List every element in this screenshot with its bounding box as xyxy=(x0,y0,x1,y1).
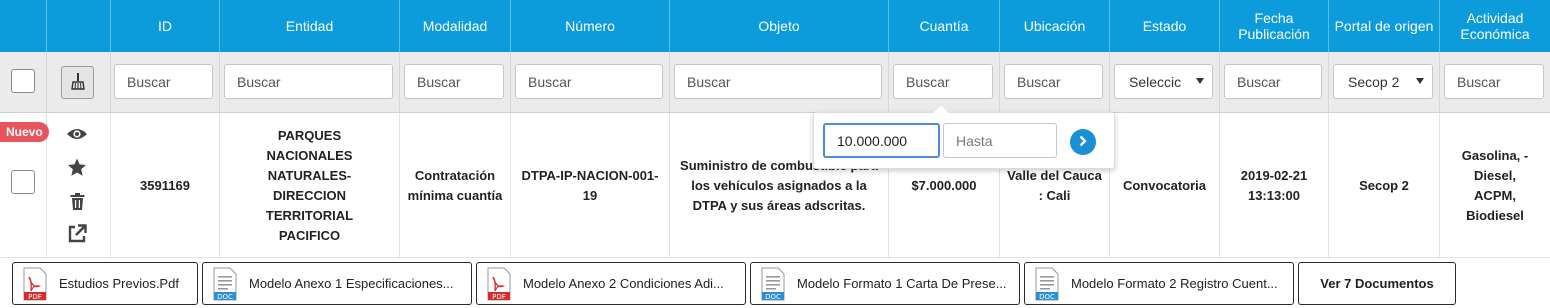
filter-estado-select[interactable]: Seleccic xyxy=(1114,64,1213,99)
documents-row: PDF Estudios Previos.Pdf DOC Modelo Anex… xyxy=(0,258,1550,308)
pdf-file-icon: PDF xyxy=(23,267,47,301)
row-checkbox[interactable] xyxy=(11,170,35,194)
view-button[interactable] xyxy=(64,122,90,148)
document-label: Modelo Formato 1 Carta De Prese... xyxy=(797,276,1007,291)
document-label: Modelo Anexo 1 Especificaciones... xyxy=(249,276,454,291)
svg-text:DOC: DOC xyxy=(217,293,233,301)
filter-modalidad-input[interactable] xyxy=(404,64,504,99)
dropdown-caret-icon xyxy=(1196,78,1204,84)
header-cuantia[interactable]: Cuantía xyxy=(888,0,999,52)
header-estado[interactable]: Estado xyxy=(1109,0,1219,52)
row-modalidad: Contratación mínima cuantía xyxy=(399,113,510,258)
cuantia-from-input[interactable] xyxy=(823,123,940,158)
filter-row: Seleccic Secop 2 xyxy=(0,52,1550,113)
open-external-button[interactable] xyxy=(64,222,90,248)
header-id[interactable]: ID xyxy=(110,0,219,52)
filter-select-cell xyxy=(0,52,46,112)
external-link-icon xyxy=(67,223,87,247)
eye-icon xyxy=(66,127,88,144)
row-entidad[interactable]: PARQUES NACIONALES NATURALES- DIRECCION … xyxy=(219,113,399,258)
header-objeto[interactable]: Objeto xyxy=(669,0,888,52)
row-estado: Convocatoria xyxy=(1109,113,1219,258)
document-button[interactable]: PDF Modelo Anexo 2 Condiciones Adi... xyxy=(476,262,746,305)
filter-estado-value: Seleccic xyxy=(1129,73,1182,90)
svg-text:DOC: DOC xyxy=(1039,293,1055,301)
svg-text:PDF: PDF xyxy=(492,293,506,301)
document-label: Modelo Formato 2 Registro Cuent... xyxy=(1071,276,1278,291)
filter-fecha-input[interactable] xyxy=(1224,64,1322,99)
filter-entidad-input[interactable] xyxy=(224,64,393,99)
cuantia-to-input[interactable] xyxy=(943,123,1057,158)
document-button[interactable]: DOC Modelo Formato 1 Carta De Prese... xyxy=(750,262,1020,305)
new-badge: Nuevo xyxy=(0,122,49,142)
header-ubicacion[interactable]: Ubicación xyxy=(999,0,1109,52)
header-select-col xyxy=(0,0,46,52)
row-actividad: Gasolina, - Diesel, ACPM, Biodiesel xyxy=(1439,113,1550,258)
doc-file-icon: DOC xyxy=(213,267,237,301)
svg-text:PDF: PDF xyxy=(28,293,42,301)
cuantia-range-popup xyxy=(813,104,1115,169)
document-button[interactable]: PDF Estudios Previos.Pdf xyxy=(12,262,198,305)
filter-actividad-input[interactable] xyxy=(1444,64,1544,99)
document-label: Estudios Previos.Pdf xyxy=(59,276,179,291)
row-fecha: 2019-02-21 13:13:00 xyxy=(1219,113,1328,258)
pdf-file-icon: PDF xyxy=(487,267,511,301)
svg-text:DOC: DOC xyxy=(765,293,781,301)
view-all-documents-button[interactable]: Ver 7 Documentos xyxy=(1298,262,1456,305)
header-portal[interactable]: Portal de origen xyxy=(1328,0,1439,52)
table-header: ID Entidad Modalidad Número Objeto Cuant… xyxy=(0,0,1550,52)
header-actividad[interactable]: Actividad Económica xyxy=(1439,0,1550,52)
doc-file-icon: DOC xyxy=(1035,267,1059,301)
favorite-button[interactable] xyxy=(64,156,90,182)
clear-filters-button[interactable] xyxy=(61,66,94,99)
header-actions-col xyxy=(46,0,110,52)
filter-numero-input[interactable] xyxy=(515,64,663,99)
delete-button[interactable] xyxy=(64,190,90,216)
trash-icon xyxy=(70,193,85,213)
row-id: 3591169 xyxy=(110,113,219,258)
header-numero[interactable]: Número xyxy=(510,0,669,52)
filter-actions-cell xyxy=(46,52,110,112)
star-icon xyxy=(67,158,87,180)
filter-ubicacion-input[interactable] xyxy=(1004,64,1103,99)
header-fecha[interactable]: Fecha Publicación xyxy=(1219,0,1328,52)
filter-objeto-input[interactable] xyxy=(674,64,882,99)
header-modalidad[interactable]: Modalidad xyxy=(399,0,510,52)
table-row[interactable]: 3591169 PARQUES NACIONALES NATURALES- DI… xyxy=(0,113,1550,258)
apply-range-button[interactable] xyxy=(1070,129,1096,155)
dropdown-caret-icon xyxy=(1416,78,1424,84)
filter-cuantia-input[interactable] xyxy=(893,64,993,99)
header-entidad[interactable]: Entidad xyxy=(219,0,399,52)
filter-portal-select[interactable]: Secop 2 xyxy=(1333,64,1433,99)
filter-portal-value: Secop 2 xyxy=(1348,73,1400,90)
select-all-checkbox[interactable] xyxy=(11,69,35,93)
document-label: Modelo Anexo 2 Condiciones Adi... xyxy=(523,276,724,291)
doc-file-icon: DOC xyxy=(761,267,785,301)
document-button[interactable]: DOC Modelo Formato 2 Registro Cuent... xyxy=(1024,262,1294,305)
document-button[interactable]: DOC Modelo Anexo 1 Especificaciones... xyxy=(202,262,472,305)
broom-icon xyxy=(70,72,85,93)
chevron-right-icon xyxy=(1078,135,1088,150)
row-portal: Secop 2 xyxy=(1328,113,1439,258)
row-numero: DTPA-IP-NACION-001-19 xyxy=(510,113,669,258)
filter-id-input[interactable] xyxy=(114,64,213,99)
